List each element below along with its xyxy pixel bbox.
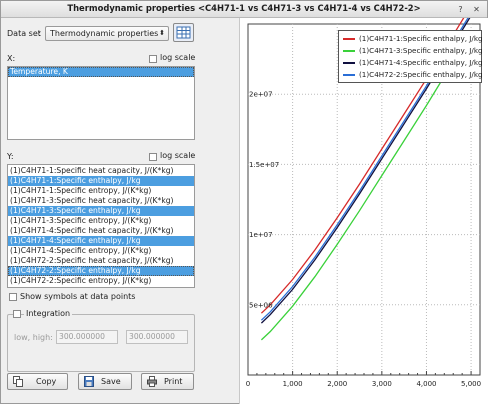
left-panel: Data set : Thermodynamic properties ⬍ X:…: [1, 18, 239, 404]
x-tick-label: 2,000: [327, 380, 347, 388]
list-item[interactable]: Temperature, K: [8, 67, 194, 77]
list-item[interactable]: (1)C4H72-2:Specific heat capacity, J/(K*…: [8, 256, 194, 266]
save-button[interactable]: Save: [78, 373, 132, 390]
thermo-properties-window: Thermodynamic properties <C4H71-1 vs C4H…: [0, 0, 488, 404]
table-icon: [176, 26, 191, 39]
title-bar[interactable]: Thermodynamic properties <C4H71-1 vs C4H…: [1, 1, 487, 18]
dataset-selected-value: Thermodynamic properties: [50, 29, 159, 38]
x-tick-label: 3,000: [372, 380, 392, 388]
y-tick-label: 1.5e+07: [249, 161, 279, 169]
legend-label: (1)C4H71-4:Specific enthalpy, J/kg: [359, 58, 483, 67]
list-item[interactable]: (1)C4H71-1:Specific enthalpy, J/kg: [8, 176, 194, 186]
copy-icon: [13, 376, 23, 387]
list-item[interactable]: (1)C4H72-2:Specific entropy, J/(K*kg): [8, 276, 194, 286]
integration-low-input[interactable]: 300.000000: [56, 330, 118, 344]
chart-legend: (1)C4H71-1:Specific enthalpy, J/kg (1)C4H…: [338, 30, 483, 83]
list-item[interactable]: (1)C4H71-3:Specific entropy, J/(K*kg): [8, 216, 194, 226]
print-button[interactable]: Print: [141, 373, 194, 390]
y-tick-label: 2e+07: [249, 91, 273, 99]
legend-entry: (1)C4H72-2:Specific enthalpy, J/kg: [343, 69, 483, 80]
y-tick-label: 1e+07: [249, 231, 273, 239]
list-item[interactable]: (1)C4H71-1:Specific entropy, J/(K*kg): [8, 186, 194, 196]
legend-label: (1)C4H72-2:Specific enthalpy, J/kg: [359, 70, 483, 79]
list-item[interactable]: (1)C4H72-2:Specific enthalpy, J/kg: [8, 266, 194, 276]
list-item[interactable]: (1)C4H71-3:Specific heat capacity, J/(K*…: [8, 196, 194, 206]
legend-label: (1)C4H71-1:Specific enthalpy, J/kg: [359, 34, 483, 43]
y-log-scale-label: log scale: [160, 151, 196, 160]
legend-swatch: [343, 62, 355, 64]
copy-button-label: Copy: [36, 377, 57, 386]
x-tick-label: 4,000: [416, 380, 436, 388]
print-button-label: Print: [164, 377, 183, 386]
y-log-scale-checkbox[interactable]: [149, 153, 157, 161]
dataset-label: Data set: [7, 29, 41, 38]
legend-swatch: [343, 74, 355, 76]
list-item[interactable]: (1)C4H71-1:Specific heat capacity, J/(K*…: [8, 166, 194, 176]
show-symbols-checkbox[interactable]: [9, 293, 17, 301]
x-tick-label: 0: [246, 380, 250, 388]
y-axis-label: Y:: [7, 152, 14, 161]
legend-entry: (1)C4H71-3:Specific enthalpy, J/kg: [343, 45, 483, 56]
table-view-button[interactable]: [173, 23, 194, 42]
save-icon: [84, 376, 94, 387]
legend-label: (1)C4H71-3:Specific enthalpy, J/kg: [359, 46, 483, 55]
integration-label: Integration: [24, 309, 73, 318]
x-log-scale-label: log scale: [160, 53, 196, 62]
help-icon[interactable]: ?: [456, 5, 465, 14]
x-tick-label: 1,000: [283, 380, 303, 388]
legend-entry: (1)C4H71-1:Specific enthalpy, J/kg: [343, 33, 483, 44]
legend-entry: (1)C4H71-4:Specific enthalpy, J/kg: [343, 57, 483, 68]
low-high-label: low, high:: [14, 333, 53, 342]
x-tick-label: 5,000: [461, 380, 481, 388]
list-item[interactable]: (1)C4H71-4:Specific enthalpy, J/kg: [8, 236, 194, 246]
integration-group: Integration low, high: 300.000000 300.00…: [7, 309, 195, 372]
copy-button[interactable]: Copy: [7, 373, 68, 390]
y-tick-label: 5e+06: [249, 301, 273, 309]
list-item[interactable]: (1)C4H71-3:Specific enthalpy, J/kg: [8, 206, 194, 216]
integration-checkbox[interactable]: [13, 310, 21, 318]
close-icon[interactable]: ✕: [472, 5, 481, 14]
list-item[interactable]: (1)C4H71-4:Specific entropy, J/(K*kg): [8, 246, 194, 256]
legend-swatch: [343, 50, 355, 52]
show-symbols-label: Show symbols at data points: [20, 292, 136, 301]
save-button-label: Save: [101, 377, 121, 386]
integration-high-input[interactable]: 300.000000: [126, 330, 188, 344]
x-axis-label: X:: [7, 54, 16, 63]
dataset-select[interactable]: Thermodynamic properties ⬍: [45, 26, 169, 41]
list-item[interactable]: (1)C4H71-4:Specific heat capacity, J/(K*…: [8, 226, 194, 236]
legend-swatch: [343, 38, 355, 40]
printer-icon: [147, 376, 157, 387]
x-variable-list[interactable]: Temperature, K: [7, 66, 195, 140]
updown-arrow-icon: ⬍: [159, 29, 165, 37]
x-log-scale-checkbox[interactable]: [149, 55, 157, 63]
window-title: Thermodynamic properties <C4H71-1 vs C4H…: [67, 3, 421, 13]
y-variable-list[interactable]: (1)C4H71-1:Specific heat capacity, J/(K*…: [7, 164, 195, 288]
